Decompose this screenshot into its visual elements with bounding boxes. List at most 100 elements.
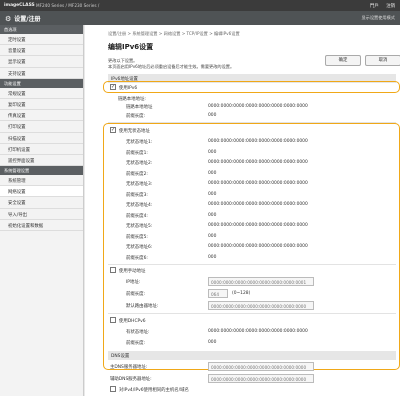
manual-prefix-row: 前缀长度: 064 (0~128)	[85, 289, 400, 300]
secondary-dns-label: 辅助DNS服务器地址:	[110, 377, 152, 382]
stateless-addr-label: 无状态地址6:	[126, 245, 153, 250]
main-panel: 设置/注册 > 系统管理设置 > 网络设置 > TCP/IP设置 > 编辑IPv…	[85, 25, 400, 396]
stateless-prefix-row: 前缀长度2: 000	[85, 169, 400, 180]
primary-dns-row: 主DNS服务器地址: 0000:0000:0000:0000:0000:0000…	[85, 362, 400, 373]
sidebar-item-import-export[interactable]: 导入/导出	[0, 209, 83, 220]
stateless-len-value: 000	[208, 149, 217, 155]
manual-addr-input[interactable]: 0000:0000:0000:0000:0000:0000:0000:0001	[208, 277, 314, 286]
manual-len-range: (0~128)	[232, 291, 251, 296]
ok-button[interactable]: 确定	[325, 55, 361, 66]
stateless-row: ✓ 使用无状态地址	[85, 126, 400, 137]
stateless-prefix-row: 前缀长度6: 000	[85, 253, 400, 264]
stateless-addr-value: 0000:0000:0000:0000:0000:0000:0000:0000	[208, 202, 308, 207]
stateless-prefix-row: 前缀长度3: 000	[85, 190, 400, 201]
secondary-dns-row: 辅助DNS服务器地址: 0000:0000:0000:0000:0000:000…	[85, 374, 400, 385]
sidebar-item-volume[interactable]: 音量设置	[0, 45, 83, 57]
stateless-len-label: 前缀长度1:	[126, 150, 148, 156]
stateless-len-value: 000	[208, 233, 217, 239]
manual-addr-label: IP地址:	[126, 280, 141, 285]
stateless-addr-value: 0000:0000:0000:0000:0000:0000:0000:0000	[208, 223, 308, 228]
breadcrumb: 设置/注册 > 系统管理设置 > 网络设置 > TCP/IP设置 > 编辑IPv…	[108, 31, 240, 36]
stateless-addr-value: 0000:0000:0000:0000:0000:0000:0000:0000	[208, 181, 308, 186]
dhcpv6-checkbox[interactable]	[110, 317, 116, 323]
stateless-addr-row: 无状态地址3: 0000:0000:0000:0000:0000:0000:000…	[85, 179, 400, 190]
sidebar-item-print[interactable]: 打印设置	[0, 121, 83, 133]
sidebar-item-initialize[interactable]: 初始化设置和数据	[0, 220, 83, 231]
secondary-dns-input[interactable]: 0000:0000:0000:0000:0000:0000:0000:0000	[208, 374, 314, 383]
dns-extra-row: 对IPv4/IPv6使用相同的主机名/域名	[85, 385, 400, 396]
link-local-addr-label: 链路本地地址	[126, 105, 153, 110]
stateless-prefix-row: 前缀长度1: 000	[85, 148, 400, 159]
sidebar-item-copy[interactable]: 复印设置	[0, 99, 83, 111]
stateless-len-value: 000	[208, 254, 217, 260]
sidebar-item-common[interactable]: 常规设置	[0, 88, 83, 99]
sidebar-item-printer[interactable]: 打印机设置	[0, 144, 83, 155]
sidebar-item-display[interactable]: 显示设置	[0, 56, 83, 68]
sidebar-item-remote-ui[interactable]: 遥控界面设置	[0, 155, 83, 167]
dhcp-addr-row: 有状态地址: 0000:0000:0000:0000:0000:0000:000…	[85, 327, 400, 338]
stateless-addr-row: 无状态地址2: 0000:0000:0000:0000:0000:0000:000…	[85, 158, 400, 169]
dns-extra-checkbox[interactable]	[110, 386, 116, 392]
stateless-len-label: 前缀长度3:	[126, 192, 148, 198]
top-bar: imageCLASS MF240 Series / MF230 Series /…	[0, 0, 400, 11]
default-router-label: 默认路由器地址:	[126, 304, 159, 309]
use-ipv6-checkbox[interactable]: ✓	[110, 84, 116, 90]
manual-addr-row: IP地址: 0000:0000:0000:0000:0000:0000:0000…	[85, 277, 400, 288]
stateless-addr-label: 无状态地址2:	[126, 161, 153, 166]
stateless-addr-row: 无状态地址4: 0000:0000:0000:0000:0000:0000:000…	[85, 200, 400, 211]
stateless-len-label: 前缀长度6:	[126, 255, 148, 261]
primary-dns-input[interactable]: 0000:0000:0000:0000:0000:0000:0000:0000	[208, 362, 314, 371]
stateless-checkbox[interactable]: ✓	[110, 127, 116, 133]
primary-dns-label: 主DNS服务器地址:	[110, 365, 148, 370]
sidebar-item-scan[interactable]: 扫描设置	[0, 133, 83, 144]
sidebar-item-network[interactable]: 网络设置	[0, 186, 83, 198]
default-router-input[interactable]: 0000:0000:0000:0000:0000:0000:0000:0000	[208, 301, 314, 310]
stateless-len-value: 000	[208, 170, 217, 176]
manual-len-label: 前缀长度:	[126, 292, 146, 297]
model-name: MF240 Series / MF230 Series /	[36, 3, 100, 8]
header-title: 设置/注册	[14, 16, 41, 23]
divider	[108, 264, 396, 265]
divider	[108, 313, 396, 314]
stateless-label: 使用无状态地址	[119, 129, 150, 134]
section-header-dns: DNS设置	[108, 351, 396, 360]
stateless-addr-value: 0000:0000:0000:0000:0000:0000:0000:0000	[208, 244, 308, 249]
sidebar-item-fax[interactable]: 传真设置	[0, 110, 83, 122]
sidebar-item-timer[interactable]: 定时设置	[0, 34, 83, 46]
cancel-button[interactable]: 取消	[365, 55, 400, 66]
manual-checkbox[interactable]	[110, 267, 116, 273]
stateless-addr-value: 0000:0000:0000:0000:0000:0000:0000:0000	[208, 160, 308, 165]
manual-row: 使用手动地址	[85, 266, 400, 277]
stateless-addr-value: 0000:0000:0000:0000:0000:0000:0000:0000	[208, 139, 308, 144]
sidebar-section-header: 功能设置	[0, 78, 83, 88]
sidebar-item-system-management[interactable]: 系统管理	[0, 175, 83, 187]
portal-link[interactable]: 門戶	[370, 4, 379, 9]
stateless-len-label: 前缀长度2:	[126, 171, 148, 177]
dhcp-len-value: 000	[208, 340, 217, 345]
sidebar-item-support[interactable]: 支持设置	[0, 68, 83, 79]
link-local-prefix-row: 前缀长度: 000	[85, 111, 400, 122]
dhcp-row: 使用DHCPv6	[85, 316, 400, 327]
sidebar-section-header: 系统管理设置	[0, 166, 83, 176]
stateless-addr-label: 无状态地址5:	[126, 224, 153, 229]
stateless-addr-row: 无状态地址6: 0000:0000:0000:0000:0000:0000:000…	[85, 242, 400, 253]
dhcp-addr-label: 有状态地址:	[126, 330, 150, 335]
stateless-len-label: 前缀长度5:	[126, 234, 148, 240]
dhcp-addr-value: 0000:0000:0000:0000:0000:0000:0000:0000	[208, 329, 308, 334]
dhcp-len-label: 前缀长度:	[126, 341, 146, 346]
use-ipv6-row: ✓ 使用IPv6	[85, 83, 400, 94]
display-mode-link[interactable]: 显示设置使用模式	[361, 15, 395, 21]
manual-label: 使用手动地址	[119, 269, 146, 274]
stateless-addr-label: 无状态地址3:	[126, 182, 153, 187]
gear-icon: ⚙	[5, 15, 12, 23]
dhcp-prefix-row: 前缀长度: 000	[85, 338, 400, 349]
stateless-prefix-row: 前缀长度4: 000	[85, 211, 400, 222]
stateless-addr-row: 无状态地址1: 0000:0000:0000:0000:0000:0000:000…	[85, 137, 400, 148]
stateless-len-value: 000	[208, 212, 217, 218]
sidebar-item-security[interactable]: 安全设置	[0, 197, 83, 209]
page-header: ⚙ 设置/注册	[5, 14, 40, 23]
page-title: 编辑IPv6设置	[108, 43, 154, 51]
brand-logo: imageCLASS	[4, 3, 35, 8]
logout-link[interactable]: 注销	[386, 4, 395, 9]
manual-len-input[interactable]: 064	[208, 289, 228, 298]
